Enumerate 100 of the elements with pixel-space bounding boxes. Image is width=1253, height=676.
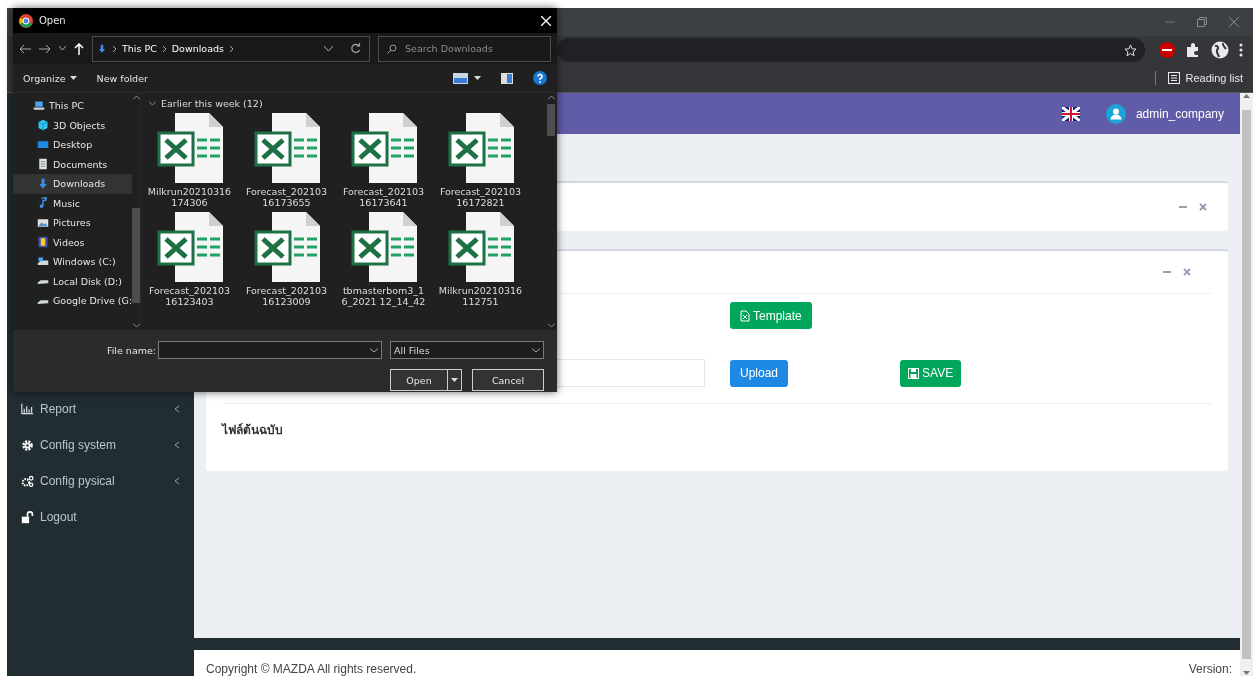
scrollbar[interactable] <box>132 93 141 330</box>
reading-list-button[interactable]: Reading list <box>1185 72 1243 84</box>
pc-icon <box>33 99 45 112</box>
file-name-label: File name: <box>106 344 156 356</box>
file-name[interactable]: Forecast_202103 16173655 <box>245 186 328 208</box>
chevron-down-icon <box>532 347 540 353</box>
spreadsheet-file-icon[interactable] <box>350 212 417 282</box>
file-name[interactable]: Forecast_202103 16123009 <box>245 285 328 307</box>
desktop-icon <box>37 138 49 151</box>
scrollbar-thumb[interactable] <box>1242 110 1251 659</box>
nav-pane-item[interactable]: 3D Objects <box>13 115 133 135</box>
globe-icon[interactable] <box>1211 41 1229 59</box>
file-type-dropdown[interactable]: All Files <box>390 341 544 359</box>
upload-button[interactable]: Upload <box>730 359 789 387</box>
music-icon <box>37 197 49 210</box>
spreadsheet-file-icon[interactable] <box>350 113 417 183</box>
nav-pane-item[interactable]: Downloads <box>13 174 133 194</box>
refresh-icon[interactable] <box>350 43 361 54</box>
file-icon <box>740 309 750 322</box>
search-icon <box>387 43 397 54</box>
file-name-field[interactable] <box>158 341 382 359</box>
cube-icon <box>37 119 49 132</box>
group-header[interactable]: Earlier this week (12) <box>161 97 263 109</box>
open-button[interactable]: Open <box>390 369 462 391</box>
lock-icon <box>21 510 34 524</box>
nav-pane-item[interactable]: Documents <box>13 154 133 174</box>
download-icon <box>97 42 107 55</box>
sidebar-item[interactable]: Config pysical <box>7 463 194 499</box>
scrollbar[interactable] <box>1240 93 1253 676</box>
scrollbar[interactable] <box>545 93 557 330</box>
browser-logo-icon <box>19 13 33 28</box>
chevron-down-icon[interactable] <box>324 45 333 52</box>
star-icon[interactable] <box>1124 43 1137 57</box>
organize-menu[interactable]: Organize <box>23 72 77 84</box>
chevron-icon <box>174 405 180 413</box>
breadcrumb-item[interactable]: Downloads <box>171 43 224 54</box>
up-arrow-icon <box>1243 93 1250 98</box>
search-field[interactable]: Search Downloads <box>378 35 551 62</box>
puzzle-icon[interactable] <box>1185 42 1201 58</box>
nav-pane-item[interactable]: Google Drive (G: <box>13 291 133 311</box>
picture-icon <box>37 216 49 229</box>
file-name[interactable]: Forecast_202103 16123403 <box>148 285 231 307</box>
dialog-title: Open <box>39 15 67 26</box>
scrollbar-thumb[interactable] <box>132 208 141 303</box>
username[interactable]: admin_company <box>1135 106 1224 121</box>
version-text: Version: <box>1188 662 1232 676</box>
caret-icon <box>451 378 458 382</box>
file-name[interactable]: Milkrun20210316 112751 <box>438 285 523 307</box>
caret-icon <box>69 76 77 80</box>
file-name[interactable]: Milkrun20210316 174306 <box>147 186 232 208</box>
gears-icon <box>21 474 34 488</box>
spreadsheet-file-icon[interactable] <box>156 212 223 282</box>
address-field[interactable]: This PC Downloads <box>92 35 370 62</box>
cancel-button[interactable]: Cancel <box>472 369 544 391</box>
stop-sign-icon[interactable] <box>1159 42 1175 58</box>
nav-pane-item[interactable]: Pictures <box>13 213 133 233</box>
file-name[interactable]: tbmasterbom3_1 6_2021 12_14_42 <box>341 285 426 307</box>
preview-pane-icon[interactable] <box>501 72 513 84</box>
nav-pane-item[interactable]: This PC <box>13 96 133 116</box>
file-name[interactable]: Forecast_202103 16172821 <box>439 186 522 208</box>
chevron-right-icon <box>161 44 167 53</box>
spreadsheet-file-icon[interactable] <box>156 113 223 183</box>
sidebar-item[interactable]: Logout <box>7 499 194 535</box>
nav-pane-item[interactable]: Windows (C:) <box>13 252 133 272</box>
chevron-down-icon <box>370 347 378 353</box>
breadcrumb-item[interactable]: This PC <box>122 43 157 54</box>
doc-icon <box>37 158 49 171</box>
avatar-icon[interactable] <box>1105 103 1126 124</box>
chevron-icon <box>174 441 180 449</box>
chevron-icon <box>174 477 180 485</box>
nav-pane-item[interactable]: Music <box>13 193 133 213</box>
nav-pane-item[interactable]: Local Disk (D:) <box>13 271 133 291</box>
nav-pane-item[interactable]: Desktop <box>13 135 133 155</box>
up-arrow-icon[interactable] <box>74 42 84 55</box>
floppy-icon <box>908 367 920 379</box>
section-title: ไฟล์ต้นฉบับ <box>222 422 284 439</box>
caret-icon[interactable] <box>474 76 481 80</box>
view-icon[interactable] <box>453 72 468 84</box>
list-icon[interactable] <box>1167 72 1180 84</box>
back-arrow-icon[interactable] <box>19 43 31 54</box>
scrollbar-thumb[interactable] <box>547 104 555 136</box>
spreadsheet-file-icon[interactable] <box>253 212 320 282</box>
spreadsheet-file-icon[interactable] <box>447 113 514 183</box>
file-name[interactable]: Forecast_202103 16173641 <box>342 186 425 208</box>
chart-icon <box>21 402 34 416</box>
help-icon[interactable] <box>533 71 547 85</box>
menu-icon[interactable] <box>1239 43 1243 57</box>
chevron-right-icon <box>228 44 234 53</box>
nav-pane-item[interactable]: Videos <box>13 232 133 252</box>
spreadsheet-file-icon[interactable] <box>447 212 514 282</box>
chevron-down-icon[interactable] <box>59 46 66 51</box>
video-icon <box>37 236 49 249</box>
new-folder-button[interactable]: New folder <box>96 72 148 84</box>
drive-icon <box>37 255 49 268</box>
restore-icon[interactable] <box>1197 17 1207 27</box>
sidebar-item[interactable]: Config system <box>7 427 194 463</box>
flag-icon[interactable] <box>1061 106 1080 121</box>
spreadsheet-file-icon[interactable] <box>253 113 320 183</box>
sidebar-item[interactable]: Report <box>7 391 194 427</box>
forward-arrow-icon[interactable] <box>39 43 51 54</box>
